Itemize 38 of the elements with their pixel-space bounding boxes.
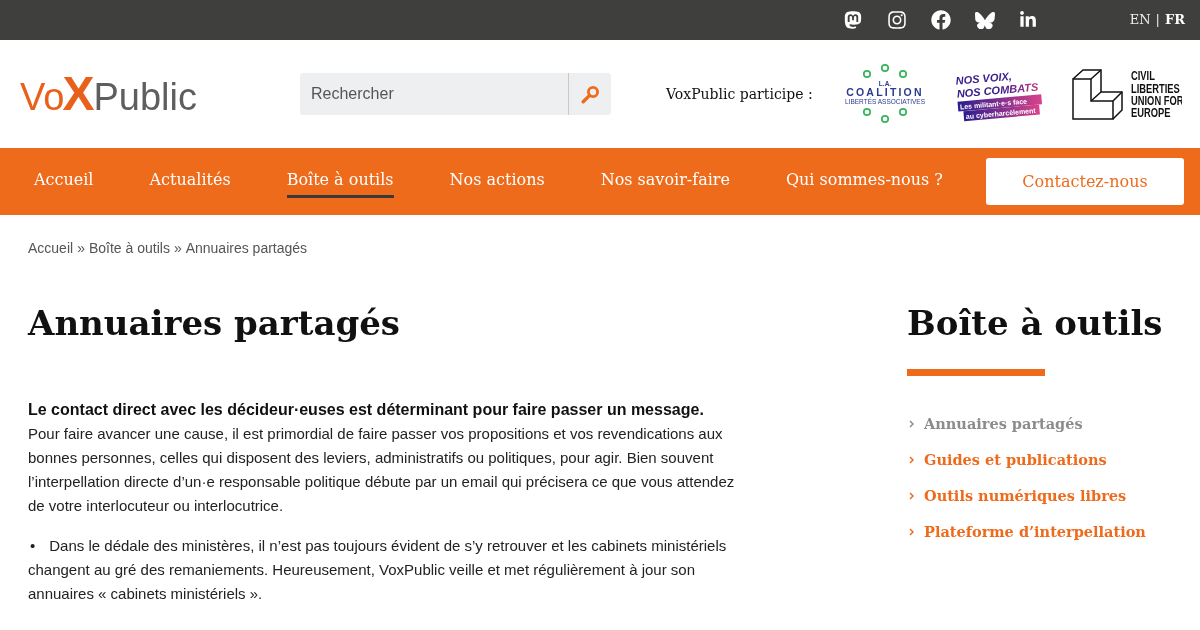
nav-tab[interactable]: Actualités (149, 165, 231, 198)
mastodon-icon[interactable] (842, 10, 863, 30)
sidebar-link[interactable]: Annuaires partagés (907, 412, 1083, 436)
facebook-icon[interactable] (930, 10, 951, 30)
list-item: • Dans le dédale des ministères, il n’est pas toujours évident de s’y retrouver et les cabinets ministériels changent au gré des remaniements. Heureusement, VoxPublic veille et met régulièrement à jour son annuaires « cabinets ministériels ». (28, 536, 728, 604)
breadcrumb-separator: » (173, 239, 182, 258)
sidebar-title: Boîte à outils (907, 303, 1164, 343)
instagram-icon[interactable] (886, 10, 907, 30)
chevron-icon (909, 420, 914, 428)
body-paragraph: Pour faire avancer une cause, il est primordial de faire passer vos propositions et vos revendications aux bonnes personnes, celles qui disposent des leviers, administratifs ou politiques, pour agir. Bien souvent l’interpellation directe d’un·e responsable politique débute par un email qui précisera ce que vous attendez de votre interlocuteur ou interlocutrice. (28, 424, 736, 516)
sidebar-link[interactable]: Plateforme d’interpellation (907, 520, 1146, 544)
nav-tab[interactable]: Boîte à outils (286, 165, 394, 198)
search-icon (580, 84, 600, 104)
search-button[interactable] (568, 73, 611, 115)
breadcrumb-link[interactable]: Boîte à outils (88, 238, 170, 258)
breadcrumb-link[interactable]: Accueil (28, 238, 74, 258)
language-link[interactable]: FR (1164, 10, 1185, 30)
nav-tab[interactable]: Nos actions (449, 165, 545, 198)
partners-label: VoxPublic participe : (666, 84, 813, 104)
breadcrumb-separator: » (77, 239, 85, 258)
lead-text: Le contact direct avec les décideur·euses est déterminant pour faire passer un message. (28, 400, 705, 420)
linkedin-icon[interactable] (1018, 11, 1037, 29)
language-link[interactable]: EN (1129, 10, 1151, 30)
nav-tab[interactable]: Accueil (34, 165, 94, 198)
chevron-icon (909, 492, 914, 500)
chevron-icon (909, 456, 914, 464)
contact-button[interactable]: Contactez-nous (986, 158, 1184, 205)
breadcrumb-current: Annuaires partagés (185, 239, 308, 258)
sidebar-link[interactable]: Outils numériques libres (907, 484, 1127, 508)
nav-tab[interactable]: Qui sommes-nous ? (785, 165, 943, 198)
site-logo[interactable]: VoXPublic (20, 70, 197, 118)
nav-tab[interactable]: Nos savoir-faire (600, 165, 730, 198)
butterfly-icon[interactable] (974, 11, 995, 29)
chevron-icon (909, 528, 914, 536)
sidebar-link[interactable]: Guides et publications (907, 448, 1107, 472)
language-separator: | (1155, 11, 1160, 30)
search-field[interactable]: Rechercher (300, 73, 568, 115)
page-title: Annuaires partagés (28, 303, 401, 343)
